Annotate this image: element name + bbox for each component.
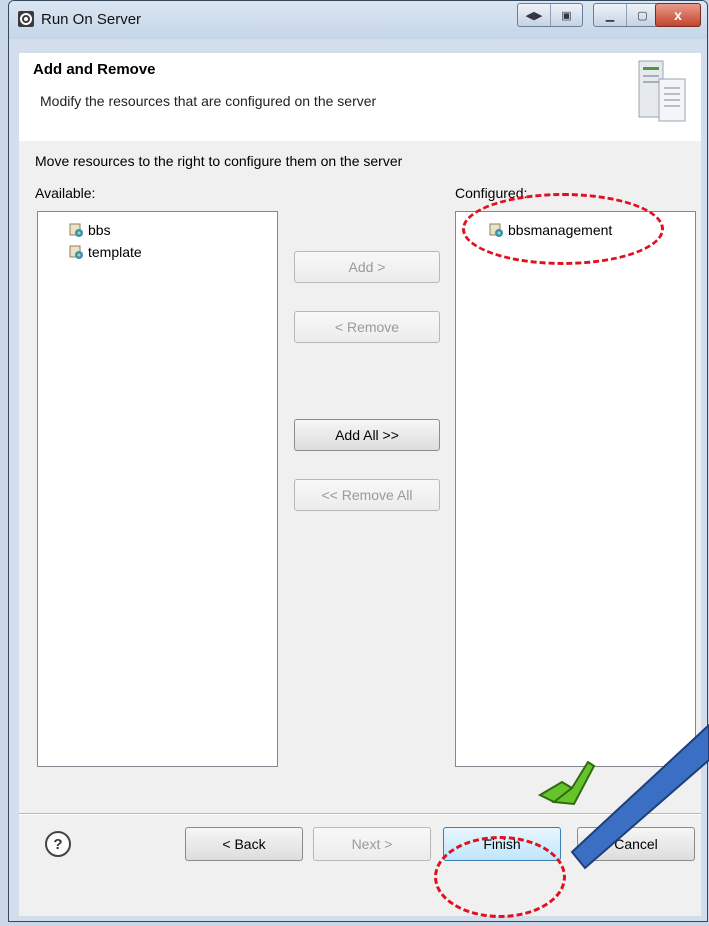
close-icon[interactable]: x bbox=[655, 3, 701, 27]
add-all-button[interactable]: Add All >> bbox=[294, 419, 440, 451]
page-description: Modify the resources that are configured… bbox=[40, 93, 377, 109]
title-extra-buttons: ◀▶ ▣ bbox=[517, 3, 583, 27]
available-item-template[interactable]: template bbox=[68, 242, 142, 262]
instruction-text: Move resources to the right to configure… bbox=[35, 153, 403, 169]
page-title: Add and Remove bbox=[33, 61, 156, 78]
wizard-header: Add and Remove Modify the resources that… bbox=[19, 53, 701, 142]
item-label: template bbox=[88, 244, 142, 260]
help-icon[interactable]: ? bbox=[45, 831, 71, 857]
web-project-icon bbox=[69, 245, 83, 259]
available-label: Available: bbox=[35, 185, 96, 201]
window-title: Run On Server bbox=[41, 11, 142, 28]
available-list[interactable]: bbs template bbox=[37, 211, 278, 767]
pin-icon[interactable]: ▣ bbox=[550, 4, 582, 26]
run-on-server-icon bbox=[18, 11, 34, 27]
available-item-bbs[interactable]: bbs bbox=[68, 220, 111, 240]
restore-arrows-icon[interactable]: ◀▶ bbox=[518, 4, 550, 26]
remove-all-button[interactable]: << Remove All bbox=[294, 479, 440, 511]
title-bar[interactable]: Run On Server ◀▶ ▣ ▁ ▢ x bbox=[9, 1, 707, 39]
back-button[interactable]: < Back bbox=[185, 827, 303, 861]
maximize-icon[interactable]: ▢ bbox=[626, 4, 658, 26]
add-button[interactable]: Add > bbox=[294, 251, 440, 283]
configured-highlight-ellipse bbox=[462, 193, 664, 265]
remove-button[interactable]: < Remove bbox=[294, 311, 440, 343]
window-controls: ▁ ▢ bbox=[593, 3, 659, 27]
server-icon bbox=[638, 60, 686, 122]
item-label: bbs bbox=[88, 222, 111, 238]
web-project-icon bbox=[69, 223, 83, 237]
configured-list[interactable]: bbsmanagement bbox=[455, 211, 696, 767]
next-button[interactable]: Next > bbox=[313, 827, 431, 861]
pointer-arrow-icon bbox=[537, 723, 709, 870]
minimize-icon[interactable]: ▁ bbox=[594, 4, 626, 26]
